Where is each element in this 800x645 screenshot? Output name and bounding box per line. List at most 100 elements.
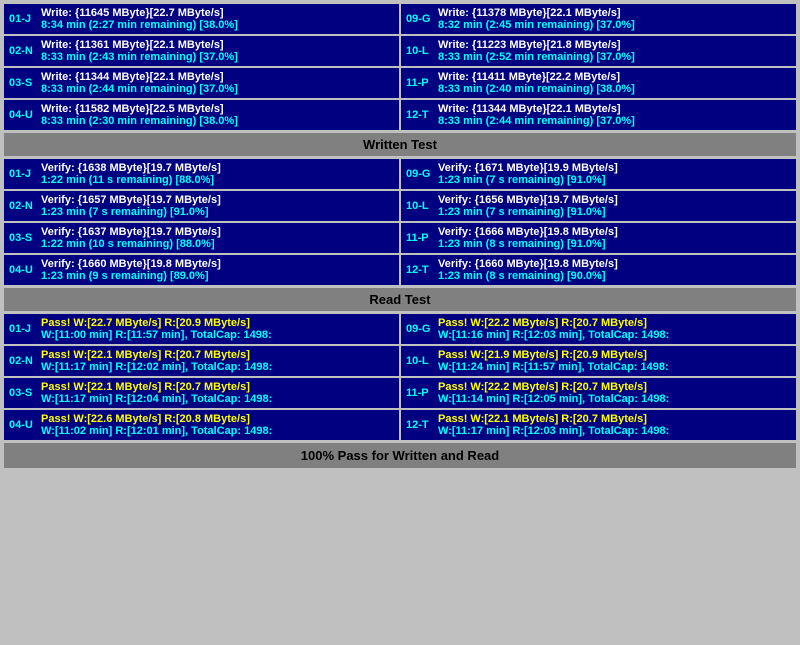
read-section: 01-J Pass! W:[22.7 MByte/s] R:[20.9 MByt… (4, 314, 796, 440)
cell-text: Write: {11344 MByte}[22.1 MByte/s] 8:33 … (438, 103, 635, 127)
cell-line2: 8:33 min (2:43 min remaining) [37.0%] (41, 51, 238, 63)
cell-04-u: 04-U Verify: {1660 MByte}[19.8 MByte/s] … (4, 255, 399, 285)
cell-04-u: 04-U Pass! W:[22.6 MByte/s] R:[20.8 MByt… (4, 410, 399, 440)
cell-09-g-right: 09-G Pass! W:[22.2 MByte/s] R:[20.7 MByt… (401, 314, 796, 344)
cell-line2: 8:33 min (2:30 min remaining) [38.0%] (41, 115, 238, 127)
cell-text: Pass! W:[22.6 MByte/s] R:[20.8 MByte/s] … (41, 413, 272, 437)
cell-text: Verify: {1666 MByte}[19.8 MByte/s] 1:23 … (438, 226, 618, 250)
cell-text: Write: {11411 MByte}[22.2 MByte/s] 8:33 … (438, 71, 635, 95)
cell-line1: Verify: {1666 MByte}[19.8 MByte/s] (438, 226, 618, 238)
cell-line1: Write: {11411 MByte}[22.2 MByte/s] (438, 71, 635, 83)
write-grid: 01-J Write: {11645 MByte}[22.7 MByte/s] … (4, 4, 796, 130)
cell-line1: Write: {11361 MByte}[22.1 MByte/s] (41, 39, 238, 51)
cell-id-label: 03-S (9, 71, 37, 95)
cell-id-label: 12-T (406, 103, 434, 127)
cell-line2: W:[11:02 min] R:[12:01 min], TotalCap: 1… (41, 425, 272, 437)
cell-line2: 1:23 min (7 s remaining) [91.0%] (41, 206, 221, 218)
cell-02-n: 02-N Pass! W:[22.1 MByte/s] R:[20.7 MByt… (4, 346, 399, 376)
cell-text: Verify: {1660 MByte}[19.8 MByte/s] 1:23 … (41, 258, 221, 282)
cell-text: Verify: {1660 MByte}[19.8 MByte/s] 1:23 … (438, 258, 618, 282)
cell-id-label: 09-G (406, 317, 434, 341)
cell-line2: 8:33 min (2:40 min remaining) [38.0%] (438, 83, 635, 95)
cell-line2: 1:23 min (8 s remaining) [91.0%] (438, 238, 618, 250)
cell-id-label: 04-U (9, 103, 37, 127)
cell-text: Verify: {1671 MByte}[19.9 MByte/s] 1:23 … (438, 162, 618, 186)
cell-line1: Write: {11223 MByte}[21.8 MByte/s] (438, 39, 635, 51)
cell-id-label: 10-L (406, 349, 434, 373)
cell-line2: 1:23 min (8 s remaining) [90.0%] (438, 270, 618, 282)
cell-id-label: 03-S (9, 381, 37, 405)
cell-line1: Pass! W:[22.7 MByte/s] R:[20.9 MByte/s] (41, 317, 272, 329)
cell-line1: Pass! W:[21.9 MByte/s] R:[20.9 MByte/s] (438, 349, 669, 361)
cell-03-s: 03-S Pass! W:[22.1 MByte/s] R:[20.7 MByt… (4, 378, 399, 408)
cell-id-label: 03-S (9, 226, 37, 250)
cell-03-s: 03-S Verify: {1637 MByte}[19.7 MByte/s] … (4, 223, 399, 253)
cell-01-j: 01-J Verify: {1638 MByte}[19.7 MByte/s] … (4, 159, 399, 189)
cell-line1: Pass! W:[22.1 MByte/s] R:[20.7 MByte/s] (41, 381, 272, 393)
cell-text: Verify: {1638 MByte}[19.7 MByte/s] 1:22 … (41, 162, 221, 186)
cell-text: Write: {11645 MByte}[22.7 MByte/s] 8:34 … (41, 7, 238, 31)
cell-line2: 1:23 min (9 s remaining) [89.0%] (41, 270, 221, 282)
cell-10-l-right: 10-L Pass! W:[21.9 MByte/s] R:[20.9 MByt… (401, 346, 796, 376)
cell-line2: 1:23 min (7 s remaining) [91.0%] (438, 174, 618, 186)
cell-line1: Verify: {1638 MByte}[19.7 MByte/s] (41, 162, 221, 174)
cell-09-g-right: 09-G Write: {11378 MByte}[22.1 MByte/s] … (401, 4, 796, 34)
cell-line1: Verify: {1637 MByte}[19.7 MByte/s] (41, 226, 221, 238)
cell-line2: 8:33 min (2:52 min remaining) [37.0%] (438, 51, 635, 63)
cell-line2: 1:22 min (10 s remaining) [88.0%] (41, 238, 221, 250)
cell-11-p-right: 11-P Pass! W:[22.2 MByte/s] R:[20.7 MByt… (401, 378, 796, 408)
cell-11-p-right: 11-P Write: {11411 MByte}[22.2 MByte/s] … (401, 68, 796, 98)
footer-status: 100% Pass for Written and Read (4, 443, 796, 468)
cell-text: Pass! W:[22.1 MByte/s] R:[20.7 MByte/s] … (41, 349, 272, 373)
cell-line1: Pass! W:[22.2 MByte/s] R:[20.7 MByte/s] (438, 381, 669, 393)
cell-line1: Pass! W:[22.1 MByte/s] R:[20.7 MByte/s] (41, 349, 272, 361)
cell-line2: W:[11:17 min] R:[12:02 min], TotalCap: 1… (41, 361, 272, 373)
read-test-header: Read Test (4, 288, 796, 311)
cell-id-label: 11-P (406, 381, 434, 405)
cell-text: Verify: {1637 MByte}[19.7 MByte/s] 1:22 … (41, 226, 221, 250)
cell-line2: W:[11:00 min] R:[11:57 min], TotalCap: 1… (41, 329, 272, 341)
cell-line2: 8:32 min (2:45 min remaining) [37.0%] (438, 19, 635, 31)
cell-text: Pass! W:[22.7 MByte/s] R:[20.9 MByte/s] … (41, 317, 272, 341)
cell-text: Verify: {1657 MByte}[19.7 MByte/s] 1:23 … (41, 194, 221, 218)
cell-text: Pass! W:[22.1 MByte/s] R:[20.7 MByte/s] … (41, 381, 272, 405)
cell-line2: 8:34 min (2:27 min remaining) [38.0%] (41, 19, 238, 31)
cell-line1: Verify: {1657 MByte}[19.7 MByte/s] (41, 194, 221, 206)
cell-id-label: 04-U (9, 413, 37, 437)
cell-id-label: 11-P (406, 226, 434, 250)
cell-line2: W:[11:14 min] R:[12:05 min], TotalCap: 1… (438, 393, 669, 405)
cell-id-label: 12-T (406, 413, 434, 437)
cell-line2: 1:23 min (7 s remaining) [91.0%] (438, 206, 618, 218)
cell-text: Pass! W:[22.2 MByte/s] R:[20.7 MByte/s] … (438, 381, 669, 405)
cell-line2: W:[11:16 min] R:[12:03 min], TotalCap: 1… (438, 329, 669, 341)
cell-id-label: 04-U (9, 258, 37, 282)
cell-02-n: 02-N Verify: {1657 MByte}[19.7 MByte/s] … (4, 191, 399, 221)
cell-line1: Write: {11344 MByte}[22.1 MByte/s] (41, 71, 238, 83)
cell-text: Pass! W:[22.2 MByte/s] R:[20.7 MByte/s] … (438, 317, 669, 341)
cell-line1: Verify: {1671 MByte}[19.9 MByte/s] (438, 162, 618, 174)
cell-text: Verify: {1656 MByte}[19.7 MByte/s] 1:23 … (438, 194, 618, 218)
cell-01-j: 01-J Pass! W:[22.7 MByte/s] R:[20.9 MByt… (4, 314, 399, 344)
cell-id-label: 01-J (9, 7, 37, 31)
cell-id-label: 09-G (406, 162, 434, 186)
cell-line1: Write: {11344 MByte}[22.1 MByte/s] (438, 103, 635, 115)
cell-11-p-right: 11-P Verify: {1666 MByte}[19.8 MByte/s] … (401, 223, 796, 253)
cell-02-n: 02-N Write: {11361 MByte}[22.1 MByte/s] … (4, 36, 399, 66)
cell-text: Write: {11582 MByte}[22.5 MByte/s] 8:33 … (41, 103, 238, 127)
cell-04-u: 04-U Write: {11582 MByte}[22.5 MByte/s] … (4, 100, 399, 130)
cell-id-label: 10-L (406, 39, 434, 63)
cell-text: Write: {11378 MByte}[22.1 MByte/s] 8:32 … (438, 7, 635, 31)
cell-12-t-right: 12-T Verify: {1660 MByte}[19.8 MByte/s] … (401, 255, 796, 285)
cell-12-t-right: 12-T Write: {11344 MByte}[22.1 MByte/s] … (401, 100, 796, 130)
cell-line2: 1:22 min (11 s remaining) [88.0%] (41, 174, 221, 186)
cell-line1: Pass! W:[22.2 MByte/s] R:[20.7 MByte/s] (438, 317, 669, 329)
cell-line1: Pass! W:[22.1 MByte/s] R:[20.7 MByte/s] (438, 413, 669, 425)
cell-line1: Pass! W:[22.6 MByte/s] R:[20.8 MByte/s] (41, 413, 272, 425)
cell-line1: Write: {11645 MByte}[22.7 MByte/s] (41, 7, 238, 19)
cell-line1: Write: {11582 MByte}[22.5 MByte/s] (41, 103, 238, 115)
verify-grid: 01-J Verify: {1638 MByte}[19.7 MByte/s] … (4, 159, 796, 285)
written-test-header: Written Test (4, 133, 796, 156)
cell-text: Pass! W:[22.1 MByte/s] R:[20.7 MByte/s] … (438, 413, 669, 437)
write-section: 01-J Write: {11645 MByte}[22.7 MByte/s] … (4, 4, 796, 130)
cell-id-label: 01-J (9, 162, 37, 186)
